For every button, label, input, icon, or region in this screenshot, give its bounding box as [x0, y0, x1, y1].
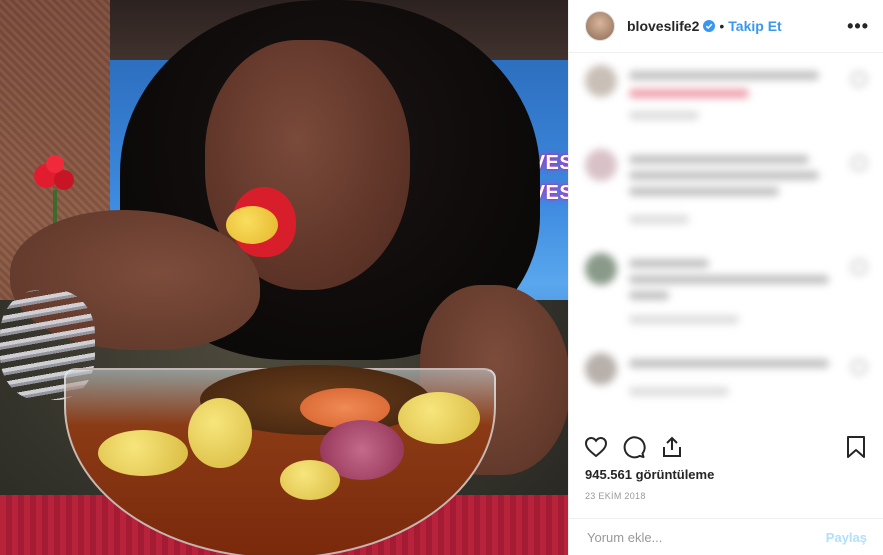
share-button[interactable] [659, 434, 685, 460]
avatar[interactable] [585, 11, 615, 41]
separator-dot: • [719, 18, 725, 34]
post-comment-button[interactable]: Paylaş [826, 530, 867, 545]
save-button[interactable] [843, 434, 869, 460]
lemon-slice [226, 206, 278, 244]
comment-item [585, 149, 867, 239]
comment-icon [623, 436, 646, 459]
comments-list[interactable] [569, 53, 883, 431]
instagram-post-view: BLOVESLI BLOVESLI bloveslife2 [0, 0, 883, 555]
username-link[interactable]: bloveslife2 [627, 18, 699, 34]
view-count[interactable]: 945.561 görüntüleme [585, 467, 714, 482]
post-header: bloveslife2 • Takip Et ••• [569, 0, 883, 53]
follow-button[interactable]: Takip Et [728, 18, 781, 34]
potato [398, 392, 480, 444]
comment-button[interactable] [621, 434, 647, 460]
bookmark-icon [847, 436, 865, 458]
comment-item [585, 253, 867, 333]
post-video[interactable]: BLOVESLI BLOVESLI [0, 0, 568, 555]
action-bar [569, 430, 883, 464]
post-sidebar: bloveslife2 • Takip Et ••• 945.561 görün… [568, 0, 883, 555]
share-icon [663, 436, 681, 457]
potato [188, 398, 252, 468]
comment-form: Paylaş [569, 518, 883, 555]
comment-item [585, 65, 867, 135]
comment-input[interactable] [585, 528, 826, 546]
post-date[interactable]: 23 EKİM 2018 [585, 491, 646, 501]
verified-badge-icon [703, 20, 716, 32]
potato [98, 430, 188, 476]
heart-icon [584, 436, 608, 458]
like-button[interactable] [583, 434, 609, 460]
more-options-icon[interactable]: ••• [847, 16, 869, 37]
comment-item [585, 353, 867, 413]
potato [280, 460, 340, 500]
